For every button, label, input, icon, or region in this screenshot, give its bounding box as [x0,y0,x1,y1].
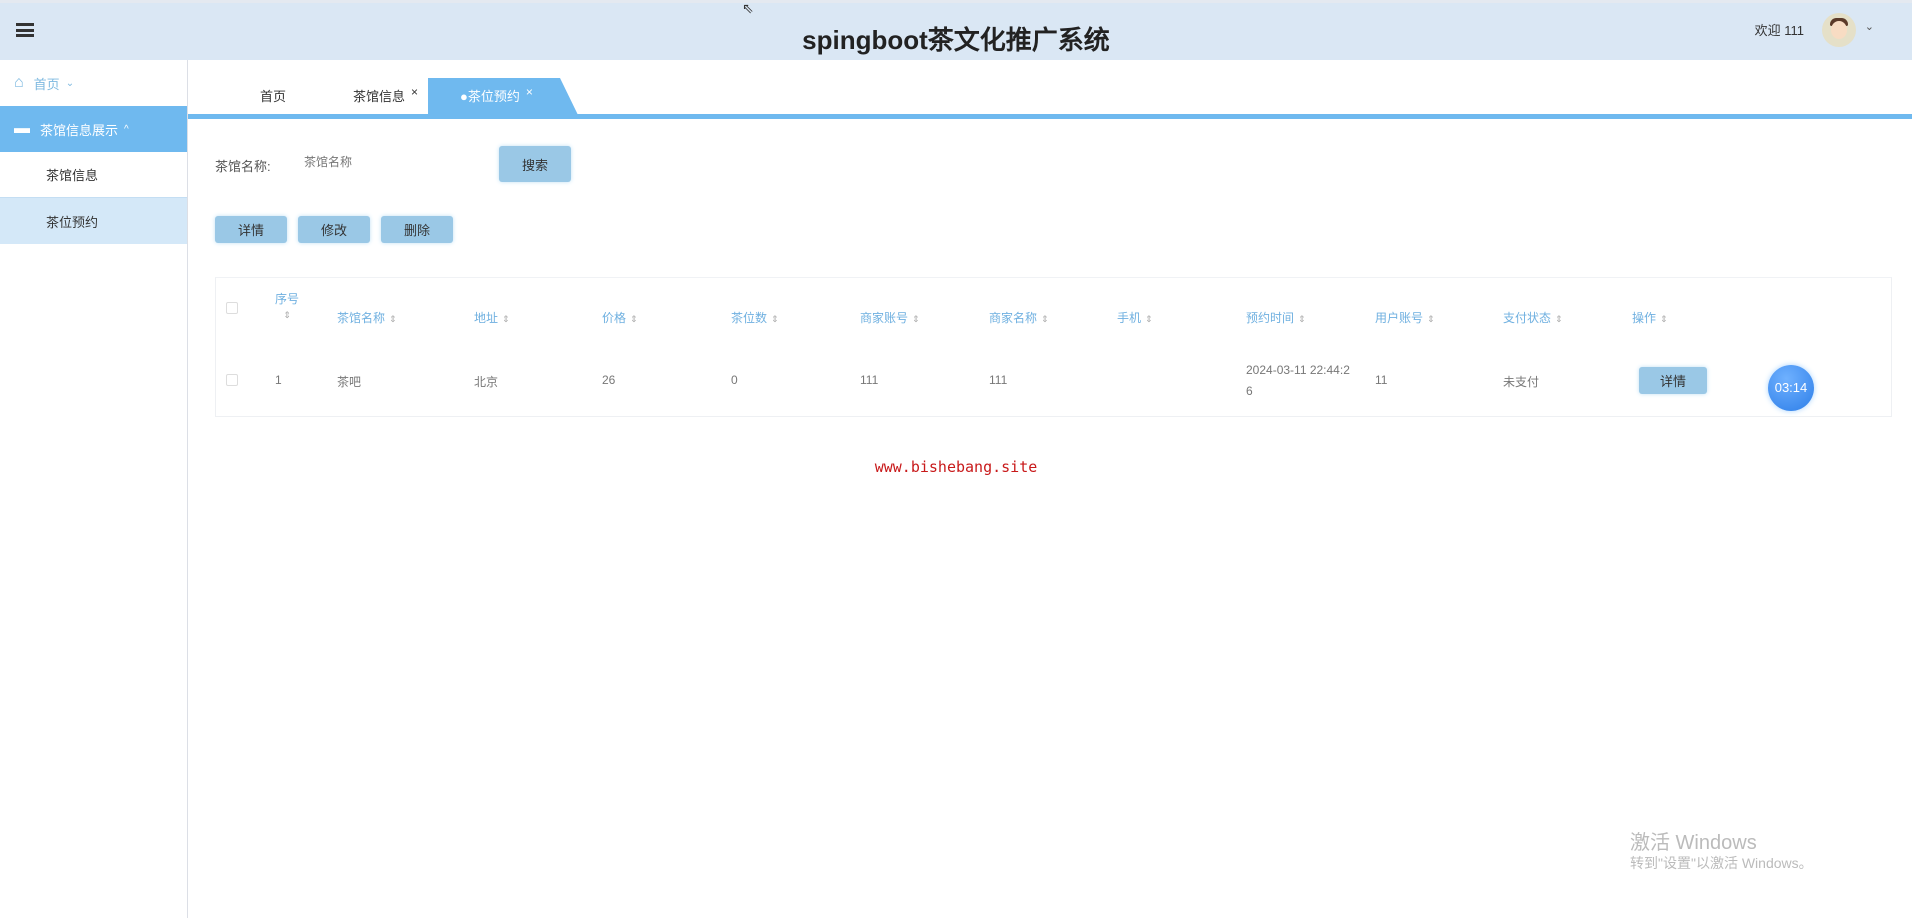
sort-icon: ⇕ [1427,314,1435,324]
cell-index: 1 [275,373,282,387]
header-label: 茶位数 [731,311,768,325]
header-label: 茶馆名称 [337,311,386,325]
column-header-name[interactable]: 茶馆名称 ⇕ [337,309,397,326]
tab-bar: 首页 茶馆信息 × ●茶位预约 × [188,60,1912,120]
sort-icon: ⇕ [1041,314,1049,324]
chevron-down-icon[interactable]: ⌄ [1865,20,1874,33]
row-checkbox[interactable] [226,374,238,386]
header-label: 价格 [602,311,627,325]
tab-tea-house-info[interactable]: 茶馆信息 × [353,78,418,115]
edit-button[interactable]: 修改 [298,216,370,243]
header-label: 商家名称 [989,311,1038,325]
select-all-checkbox[interactable] [226,302,238,314]
sort-icon: ⇕ [1145,314,1153,324]
sort-icon: ⇕ [771,314,779,324]
cell-name: 茶吧 [337,375,362,389]
header-label: 地址 [474,311,499,325]
header-label: 商家账号 [860,311,909,325]
windows-activation-subtitle: 转到"设置"以激活 Windows。 [1630,855,1813,871]
sidebar-item-label: 茶馆信息展示 [40,122,119,138]
column-header-merchant-name[interactable]: 商家名称 ⇕ [989,309,1049,326]
close-icon[interactable]: × [526,85,533,99]
detail-button[interactable]: 详情 [215,216,287,243]
header-label: 预约时间 [1246,311,1295,325]
chevron-down-icon: ⌄ [65,77,75,89]
tab-label: 首页 [260,89,287,104]
search-button[interactable]: 搜索 [499,146,571,182]
welcome-text: 欢迎 111 [1754,23,1804,38]
tab-underline [188,114,1912,119]
header-label: 用户账号 [1375,311,1424,325]
column-header-seats[interactable]: 茶位数 ⇕ [731,309,779,326]
top-header: spingboot茶文化推广系统 欢迎 111 ⌄ [0,0,1912,60]
header-label: 手机 [1117,311,1142,325]
column-header-user-account[interactable]: 用户账号 ⇕ [1375,309,1435,326]
mouse-cursor-icon: ⇖ [742,0,754,16]
home-icon: ⌂ [14,74,24,91]
search-input[interactable] [296,148,486,176]
cell-price: 26 [602,373,616,387]
sidebar-item-label: 首页 [33,76,60,92]
tab-home[interactable]: 首页 [260,78,286,115]
cell-user-account: 11 [1375,373,1388,387]
cell-seats: 0 [731,373,738,387]
header-label: 序号 [275,292,300,306]
timer-badge[interactable]: 03:14 [1768,365,1814,411]
sort-icon: ⇕ [283,310,291,320]
tab-seat-booking[interactable]: ●茶位预约 × [428,78,578,115]
sidebar-item-seat-booking[interactable]: 茶位预约 [0,198,187,244]
sidebar-item-tea-house-info[interactable]: 茶馆信息 [0,152,187,198]
avatar[interactable] [1822,13,1856,47]
page-title: spingboot茶文化推广系统 [802,25,1110,55]
archive-icon: ▬ [14,120,30,137]
sort-icon: ⇕ [502,314,510,324]
data-table: 序号 ⇕ 茶馆名称 ⇕ 地址 ⇕ 价格 ⇕ 茶位数 ⇕ 商家账号 ⇕ 商家名称 ⇕ 手机 ⇕ 预… [215,277,1892,417]
header-label: 操作 [1632,311,1657,325]
cell-pay-status: 未支付 [1503,375,1540,389]
cell-address: 北京 [474,375,499,389]
sort-icon: ⇕ [1555,314,1563,324]
sidebar-group-tea-house[interactable]: ▬ 茶馆信息展示 ^ [0,106,187,152]
column-header-address[interactable]: 地址 ⇕ [474,309,510,326]
header-label: 支付状态 [1503,311,1552,325]
sort-icon: ⇕ [912,314,920,324]
watermark-text: www.bishebang.site [874,458,1038,476]
tab-label: 茶馆信息 [353,89,406,104]
sidebar-item-home[interactable]: ⌂ 首页 ⌄ [0,60,187,106]
column-header-price[interactable]: 价格 ⇕ [602,309,638,326]
column-header-index[interactable]: 序号 ⇕ [275,290,299,321]
cell-merchant-name: 111 [989,373,1008,387]
sort-icon: ⇕ [389,314,397,324]
column-header-phone[interactable]: 手机 ⇕ [1117,309,1153,326]
search-label: 茶馆名称: [215,159,271,174]
chevron-up-icon: ^ [124,123,129,135]
sort-icon: ⇕ [630,314,638,324]
sort-icon: ⇕ [1660,314,1668,324]
sidebar: ⌂ 首页 ⌄ ▬ 茶馆信息展示 ^ 茶馆信息 茶位预约 [0,60,188,918]
row-detail-button[interactable]: 详情 [1639,367,1707,394]
windows-activation-title: 激活 Windows [1630,832,1757,854]
cell-merchant-account: 111 [860,373,879,387]
column-header-pay-status[interactable]: 支付状态 ⇕ [1503,309,1563,326]
column-header-merchant-account[interactable]: 商家账号 ⇕ [860,309,920,326]
column-header-actions[interactable]: 操作 ⇕ [1632,309,1668,326]
close-icon[interactable]: × [411,85,418,99]
sort-icon: ⇕ [1298,314,1306,324]
tab-label: ●茶位预约 [460,89,520,104]
delete-button[interactable]: 删除 [381,216,453,243]
column-header-time[interactable]: 预约时间 ⇕ [1246,309,1306,326]
cell-time: 2024-03-11 22:44:26 [1246,363,1350,398]
